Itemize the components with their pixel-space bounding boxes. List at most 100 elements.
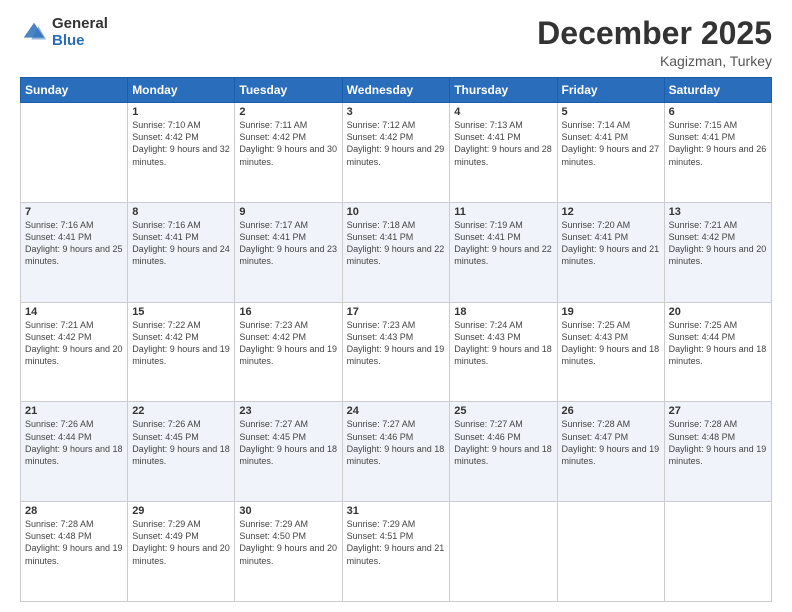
day-info: Sunrise: 7:16 AMSunset: 4:41 PMDaylight:… bbox=[25, 219, 123, 268]
day-info: Sunrise: 7:21 AMSunset: 4:42 PMDaylight:… bbox=[669, 219, 767, 268]
day-number: 20 bbox=[669, 306, 767, 318]
day-number: 17 bbox=[347, 306, 446, 318]
calendar-cell: 2Sunrise: 7:11 AMSunset: 4:42 PMDaylight… bbox=[235, 103, 342, 203]
day-info: Sunrise: 7:22 AMSunset: 4:42 PMDaylight:… bbox=[132, 319, 230, 368]
day-info: Sunrise: 7:14 AMSunset: 4:41 PMDaylight:… bbox=[562, 119, 660, 168]
day-number: 3 bbox=[347, 106, 446, 118]
day-info: Sunrise: 7:28 AMSunset: 4:47 PMDaylight:… bbox=[562, 418, 660, 467]
calendar-cell: 13Sunrise: 7:21 AMSunset: 4:42 PMDayligh… bbox=[664, 202, 771, 302]
weekday-header-sunday: Sunday bbox=[21, 78, 128, 103]
day-number: 29 bbox=[132, 505, 230, 517]
weekday-header-friday: Friday bbox=[557, 78, 664, 103]
day-number: 24 bbox=[347, 405, 446, 417]
calendar-cell: 22Sunrise: 7:26 AMSunset: 4:45 PMDayligh… bbox=[128, 402, 235, 502]
weekday-header-monday: Monday bbox=[128, 78, 235, 103]
day-info: Sunrise: 7:27 AMSunset: 4:46 PMDaylight:… bbox=[347, 418, 446, 467]
calendar-cell: 23Sunrise: 7:27 AMSunset: 4:45 PMDayligh… bbox=[235, 402, 342, 502]
day-number: 10 bbox=[347, 206, 446, 218]
day-number: 15 bbox=[132, 306, 230, 318]
calendar-cell: 7Sunrise: 7:16 AMSunset: 4:41 PMDaylight… bbox=[21, 202, 128, 302]
calendar-cell bbox=[450, 502, 557, 602]
calendar-cell: 17Sunrise: 7:23 AMSunset: 4:43 PMDayligh… bbox=[342, 302, 450, 402]
day-info: Sunrise: 7:15 AMSunset: 4:41 PMDaylight:… bbox=[669, 119, 767, 168]
calendar-cell: 25Sunrise: 7:27 AMSunset: 4:46 PMDayligh… bbox=[450, 402, 557, 502]
calendar-cell: 14Sunrise: 7:21 AMSunset: 4:42 PMDayligh… bbox=[21, 302, 128, 402]
day-number: 26 bbox=[562, 405, 660, 417]
calendar-cell: 8Sunrise: 7:16 AMSunset: 4:41 PMDaylight… bbox=[128, 202, 235, 302]
day-info: Sunrise: 7:23 AMSunset: 4:43 PMDaylight:… bbox=[347, 319, 446, 368]
week-row-4: 21Sunrise: 7:26 AMSunset: 4:44 PMDayligh… bbox=[21, 402, 772, 502]
day-number: 8 bbox=[132, 206, 230, 218]
day-number: 19 bbox=[562, 306, 660, 318]
day-number: 18 bbox=[454, 306, 552, 318]
day-info: Sunrise: 7:23 AMSunset: 4:42 PMDaylight:… bbox=[239, 319, 337, 368]
day-number: 2 bbox=[239, 106, 337, 118]
day-number: 31 bbox=[347, 505, 446, 517]
calendar-cell: 10Sunrise: 7:18 AMSunset: 4:41 PMDayligh… bbox=[342, 202, 450, 302]
logo-general: General bbox=[52, 16, 108, 33]
day-info: Sunrise: 7:17 AMSunset: 4:41 PMDaylight:… bbox=[239, 219, 337, 268]
calendar-cell: 12Sunrise: 7:20 AMSunset: 4:41 PMDayligh… bbox=[557, 202, 664, 302]
calendar-cell bbox=[664, 502, 771, 602]
day-number: 4 bbox=[454, 106, 552, 118]
day-number: 21 bbox=[25, 405, 123, 417]
day-info: Sunrise: 7:19 AMSunset: 4:41 PMDaylight:… bbox=[454, 219, 552, 268]
calendar-cell: 29Sunrise: 7:29 AMSunset: 4:49 PMDayligh… bbox=[128, 502, 235, 602]
day-info: Sunrise: 7:27 AMSunset: 4:45 PMDaylight:… bbox=[239, 418, 337, 467]
calendar-cell: 11Sunrise: 7:19 AMSunset: 4:41 PMDayligh… bbox=[450, 202, 557, 302]
calendar-cell: 6Sunrise: 7:15 AMSunset: 4:41 PMDaylight… bbox=[664, 103, 771, 203]
day-info: Sunrise: 7:28 AMSunset: 4:48 PMDaylight:… bbox=[669, 418, 767, 467]
day-number: 30 bbox=[239, 505, 337, 517]
weekday-header-row: SundayMondayTuesdayWednesdayThursdayFrid… bbox=[21, 78, 772, 103]
day-info: Sunrise: 7:20 AMSunset: 4:41 PMDaylight:… bbox=[562, 219, 660, 268]
logo: General Blue bbox=[20, 16, 108, 49]
calendar-cell: 3Sunrise: 7:12 AMSunset: 4:42 PMDaylight… bbox=[342, 103, 450, 203]
day-info: Sunrise: 7:27 AMSunset: 4:46 PMDaylight:… bbox=[454, 418, 552, 467]
month-title: December 2025 bbox=[537, 16, 772, 51]
week-row-3: 14Sunrise: 7:21 AMSunset: 4:42 PMDayligh… bbox=[21, 302, 772, 402]
calendar-cell: 30Sunrise: 7:29 AMSunset: 4:50 PMDayligh… bbox=[235, 502, 342, 602]
calendar-cell bbox=[557, 502, 664, 602]
calendar-cell: 5Sunrise: 7:14 AMSunset: 4:41 PMDaylight… bbox=[557, 103, 664, 203]
day-number: 11 bbox=[454, 206, 552, 218]
day-info: Sunrise: 7:18 AMSunset: 4:41 PMDaylight:… bbox=[347, 219, 446, 268]
header: General Blue December 2025 Kagizman, Tur… bbox=[20, 16, 772, 69]
calendar-cell bbox=[21, 103, 128, 203]
calendar-cell: 9Sunrise: 7:17 AMSunset: 4:41 PMDaylight… bbox=[235, 202, 342, 302]
calendar-page: General Blue December 2025 Kagizman, Tur… bbox=[0, 0, 792, 612]
calendar-cell: 24Sunrise: 7:27 AMSunset: 4:46 PMDayligh… bbox=[342, 402, 450, 502]
calendar-cell: 26Sunrise: 7:28 AMSunset: 4:47 PMDayligh… bbox=[557, 402, 664, 502]
calendar-cell: 27Sunrise: 7:28 AMSunset: 4:48 PMDayligh… bbox=[664, 402, 771, 502]
week-row-2: 7Sunrise: 7:16 AMSunset: 4:41 PMDaylight… bbox=[21, 202, 772, 302]
weekday-header-thursday: Thursday bbox=[450, 78, 557, 103]
calendar-cell: 16Sunrise: 7:23 AMSunset: 4:42 PMDayligh… bbox=[235, 302, 342, 402]
calendar-cell: 4Sunrise: 7:13 AMSunset: 4:41 PMDaylight… bbox=[450, 103, 557, 203]
weekday-header-wednesday: Wednesday bbox=[342, 78, 450, 103]
day-number: 5 bbox=[562, 106, 660, 118]
calendar-cell: 31Sunrise: 7:29 AMSunset: 4:51 PMDayligh… bbox=[342, 502, 450, 602]
day-info: Sunrise: 7:25 AMSunset: 4:44 PMDaylight:… bbox=[669, 319, 767, 368]
calendar-cell: 15Sunrise: 7:22 AMSunset: 4:42 PMDayligh… bbox=[128, 302, 235, 402]
calendar-cell: 21Sunrise: 7:26 AMSunset: 4:44 PMDayligh… bbox=[21, 402, 128, 502]
logo-blue: Blue bbox=[52, 33, 108, 50]
day-number: 16 bbox=[239, 306, 337, 318]
day-number: 1 bbox=[132, 106, 230, 118]
day-number: 23 bbox=[239, 405, 337, 417]
day-info: Sunrise: 7:10 AMSunset: 4:42 PMDaylight:… bbox=[132, 119, 230, 168]
day-number: 22 bbox=[132, 405, 230, 417]
day-number: 7 bbox=[25, 206, 123, 218]
calendar-table: SundayMondayTuesdayWednesdayThursdayFrid… bbox=[20, 77, 772, 602]
logo-icon bbox=[20, 19, 48, 47]
calendar-cell: 18Sunrise: 7:24 AMSunset: 4:43 PMDayligh… bbox=[450, 302, 557, 402]
day-info: Sunrise: 7:12 AMSunset: 4:42 PMDaylight:… bbox=[347, 119, 446, 168]
day-info: Sunrise: 7:16 AMSunset: 4:41 PMDaylight:… bbox=[132, 219, 230, 268]
calendar-cell: 20Sunrise: 7:25 AMSunset: 4:44 PMDayligh… bbox=[664, 302, 771, 402]
calendar-cell: 1Sunrise: 7:10 AMSunset: 4:42 PMDaylight… bbox=[128, 103, 235, 203]
day-number: 27 bbox=[669, 405, 767, 417]
day-number: 12 bbox=[562, 206, 660, 218]
location-subtitle: Kagizman, Turkey bbox=[537, 53, 772, 69]
day-info: Sunrise: 7:26 AMSunset: 4:45 PMDaylight:… bbox=[132, 418, 230, 467]
day-number: 13 bbox=[669, 206, 767, 218]
day-info: Sunrise: 7:24 AMSunset: 4:43 PMDaylight:… bbox=[454, 319, 552, 368]
day-number: 28 bbox=[25, 505, 123, 517]
